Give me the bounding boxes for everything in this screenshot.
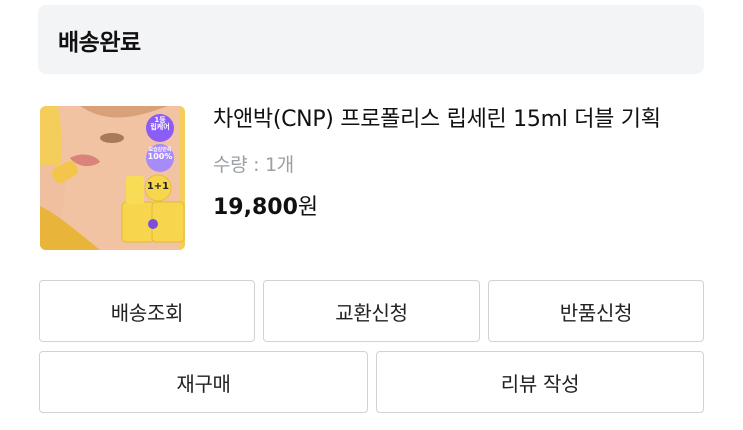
rebuy-button[interactable]: 재구매 <box>39 351 368 413</box>
price-amount: 19,800 <box>213 195 298 220</box>
product-quantity: 수량 : 1개 <box>213 154 294 176</box>
product-price: 19,800원 <box>213 189 673 221</box>
rank-badge-sub: 립케어 <box>150 123 170 132</box>
price-unit: 원 <box>297 195 319 220</box>
track-delivery-button[interactable]: 배송조회 <box>39 280 255 342</box>
set-badge: 1+1 <box>146 181 170 192</box>
percent-badge: 보습감만족 100% <box>146 147 174 162</box>
product-thumbnail[interactable]: 1등 립케어 보습감만족 100% 1+1 <box>40 106 185 250</box>
rank-badge: 1등 립케어 <box>146 116 174 132</box>
product-item[interactable]: 1등 립케어 보습감만족 100% 1+1 차앤박(CNP) 프로폴리스 립세린… <box>40 106 704 250</box>
product-name[interactable]: 차앤박(CNP) 프로폴리스 립세린 15ml 더블 기획 <box>213 106 673 134</box>
write-review-button[interactable]: 리뷰 작성 <box>376 351 704 413</box>
percent-badge-value: 100% <box>147 152 173 162</box>
exchange-request-button[interactable]: 교환신청 <box>263 280 480 342</box>
order-status-title: 배송완료 <box>58 29 141 56</box>
product-info: 차앤박(CNP) 프로폴리스 립세린 15ml 더블 기획 수량 : 1개 19… <box>213 106 673 221</box>
return-request-button[interactable]: 반품신청 <box>488 280 704 342</box>
order-status-header: 배송완료 <box>38 5 704 74</box>
